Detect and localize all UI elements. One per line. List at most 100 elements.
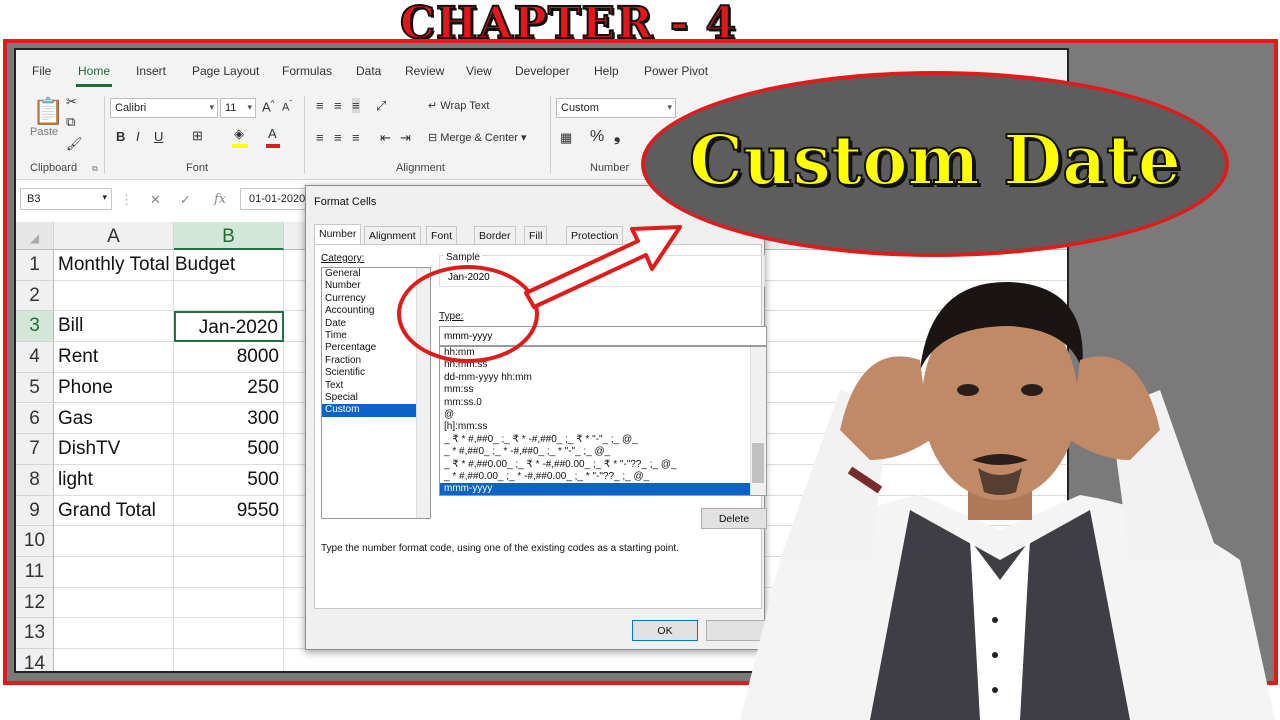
number-format-select[interactable]: Custom ▾ <box>556 98 676 118</box>
formula-input[interactable]: 01-01-2020 <box>240 188 310 210</box>
row-header[interactable]: 7 <box>16 434 54 465</box>
font-size-select[interactable]: 11 ▾ <box>220 98 256 118</box>
select-all-corner[interactable]: ◢ <box>16 222 54 250</box>
column-header-b[interactable]: B <box>174 222 284 250</box>
accounting-format-icon[interactable]: ▦ <box>560 130 572 146</box>
cell-b[interactable] <box>174 649 284 671</box>
decrease-font-icon[interactable]: Aˇ <box>282 99 292 114</box>
row-header[interactable]: 1 <box>16 250 54 281</box>
align-right-icon[interactable]: ≡ <box>352 130 360 145</box>
tab-home[interactable]: Home <box>75 64 113 87</box>
row-header[interactable]: 13 <box>16 618 54 650</box>
format-item[interactable]: mm:ss <box>440 384 752 396</box>
format-item[interactable]: dd-mm-yyyy hh:mm <box>440 372 752 384</box>
increase-indent-icon[interactable]: ⇥ <box>400 130 411 146</box>
format-item[interactable]: mmm-yyyy <box>440 483 752 495</box>
row-header[interactable]: 10 <box>16 526 54 557</box>
format-item[interactable]: _ ₹ * #,##0_ ;_ ₹ * -#,##0_ ;_ ₹ * "-"_ … <box>440 434 752 446</box>
category-item[interactable]: Custom <box>322 404 430 417</box>
cell-a[interactable]: Monthly Total Budget <box>54 250 235 281</box>
cell-b[interactable] <box>174 587 284 619</box>
paste-icon[interactable]: 📋 <box>32 96 64 127</box>
comma-button[interactable]: ❟ <box>614 128 620 146</box>
format-painter-icon[interactable]: 🖌 <box>66 136 83 152</box>
format-item[interactable]: _ * #,##0.00_ ;_ * -#,##0.00_ ;_ * "-"??… <box>440 471 752 483</box>
cell-b[interactable] <box>174 280 284 312</box>
cell-b[interactable]: Jan-2020 <box>174 311 284 343</box>
category-item[interactable]: Special <box>322 392 430 404</box>
cell-a[interactable] <box>54 649 174 671</box>
tab-review[interactable]: Review <box>405 64 444 78</box>
format-list[interactable]: hh:mm hh:mm:ss dd-mm-yyyy hh:mm mm:ss mm:ss.… <box>439 346 767 496</box>
format-item[interactable]: mm:ss.0 <box>440 397 752 409</box>
cell-a[interactable]: light <box>54 464 174 496</box>
cut-icon[interactable]: ✂ <box>66 94 77 110</box>
align-top-icon[interactable]: ≡ <box>316 98 324 113</box>
enter-icon[interactable]: ✓ <box>180 192 191 208</box>
category-item[interactable]: Scientific <box>322 367 430 379</box>
decrease-indent-icon[interactable]: ⇤ <box>380 130 391 146</box>
cell-b[interactable]: 9550 <box>174 495 284 527</box>
row-header[interactable]: 14 <box>16 649 54 671</box>
tab-file[interactable]: File <box>32 64 51 78</box>
format-item[interactable]: @ <box>440 409 752 421</box>
function-icon[interactable]: fx <box>214 192 226 207</box>
row-header[interactable]: 3 <box>16 311 54 343</box>
orientation-icon[interactable]: ⤢ <box>376 98 386 114</box>
format-item[interactable]: _ * #,##0_ ;_ * -#,##0_ ;_ * "-"_ ;_ @_ <box>440 446 752 458</box>
cell-a[interactable]: Gas <box>54 403 174 435</box>
wrap-text-button[interactable]: ↵ Wrap Text <box>428 99 489 112</box>
ok-button[interactable]: OK <box>632 620 698 641</box>
cell-b[interactable] <box>174 557 284 588</box>
font-color-icon[interactable]: A <box>268 126 277 141</box>
format-item[interactable]: _ ₹ * #,##0.00_ ;_ ₹ * -#,##0.00_ ;_ ₹ *… <box>440 459 752 471</box>
cell-b[interactable]: 8000 <box>174 342 284 373</box>
cell-a[interactable]: Rent <box>54 342 174 373</box>
increase-font-icon[interactable]: A^ <box>262 99 274 114</box>
cell-b[interactable] <box>174 618 284 650</box>
bold-button[interactable]: B <box>116 129 125 144</box>
tab-insert[interactable]: Insert <box>136 64 166 78</box>
font-name-select[interactable]: Calibri ▾ <box>110 98 218 118</box>
cell-a[interactable] <box>54 280 174 312</box>
align-left-icon[interactable]: ≡ <box>316 130 324 145</box>
cell-b[interactable] <box>174 526 284 557</box>
tab-alignment[interactable]: Alignment <box>364 226 421 244</box>
cell-b[interactable] <box>174 250 284 281</box>
cell-a[interactable]: Grand Total <box>54 495 174 527</box>
tab-power-pivot[interactable]: Power Pivot <box>644 64 708 78</box>
tab-help[interactable]: Help <box>594 64 619 78</box>
tab-border[interactable]: Border <box>474 226 516 244</box>
tab-font[interactable]: Font <box>426 226 458 244</box>
italic-button[interactable]: I <box>136 129 140 144</box>
row-header[interactable]: 6 <box>16 403 54 435</box>
align-bottom-icon[interactable]: ≡ <box>352 98 360 113</box>
tab-developer[interactable]: Developer <box>515 64 570 78</box>
align-middle-icon[interactable]: ≡ <box>334 98 342 113</box>
cell-a[interactable] <box>54 557 174 588</box>
tab-formulas[interactable]: Formulas <box>282 64 332 78</box>
cell-b[interactable]: 250 <box>174 372 284 404</box>
align-center-icon[interactable]: ≡ <box>334 130 342 145</box>
percent-button[interactable]: % <box>590 128 604 146</box>
row-header[interactable]: 8 <box>16 464 54 496</box>
cell-a[interactable]: Phone <box>54 372 174 404</box>
tab-data[interactable]: Data <box>356 64 381 78</box>
underline-button[interactable]: U <box>154 129 163 144</box>
cell-b[interactable]: 500 <box>174 434 284 465</box>
cell-a[interactable] <box>54 618 174 650</box>
format-item[interactable]: [h]:mm:ss <box>440 421 752 433</box>
row-header[interactable]: 11 <box>16 557 54 588</box>
cell-b[interactable]: 500 <box>174 464 284 496</box>
row-header[interactable]: 4 <box>16 342 54 373</box>
row-header[interactable]: 12 <box>16 587 54 619</box>
name-box[interactable]: B3 ▾ <box>20 188 112 210</box>
tab-view[interactable]: View <box>466 64 492 78</box>
cell-b[interactable]: 300 <box>174 403 284 435</box>
tab-page-layout[interactable]: Page Layout <box>192 64 259 78</box>
tab-number[interactable]: Number <box>314 224 362 244</box>
category-item[interactable]: Fraction <box>322 355 430 367</box>
row-header[interactable]: 9 <box>16 495 54 527</box>
cell-a[interactable]: DishTV <box>54 434 174 465</box>
category-item[interactable]: General <box>322 268 430 280</box>
